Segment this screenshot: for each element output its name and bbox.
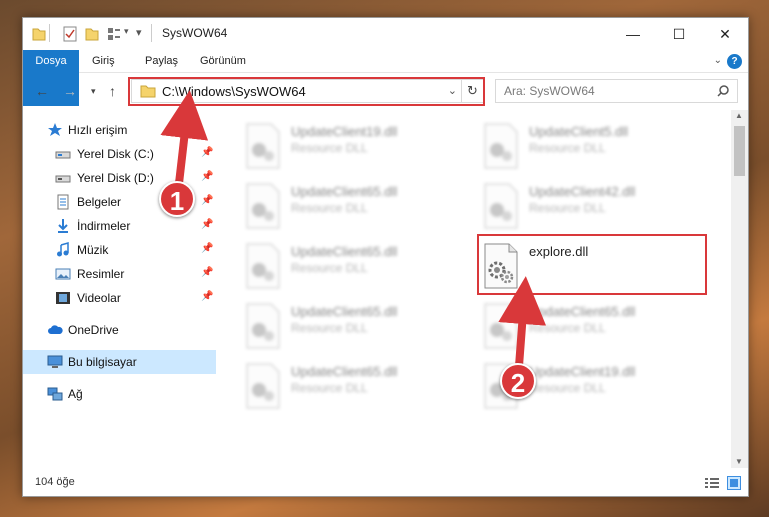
arrow-2: [498, 276, 547, 370]
callout-2: 2: [500, 363, 536, 399]
callout-1: 1: [159, 181, 195, 217]
annotation-overlay: [160, 90, 547, 370]
